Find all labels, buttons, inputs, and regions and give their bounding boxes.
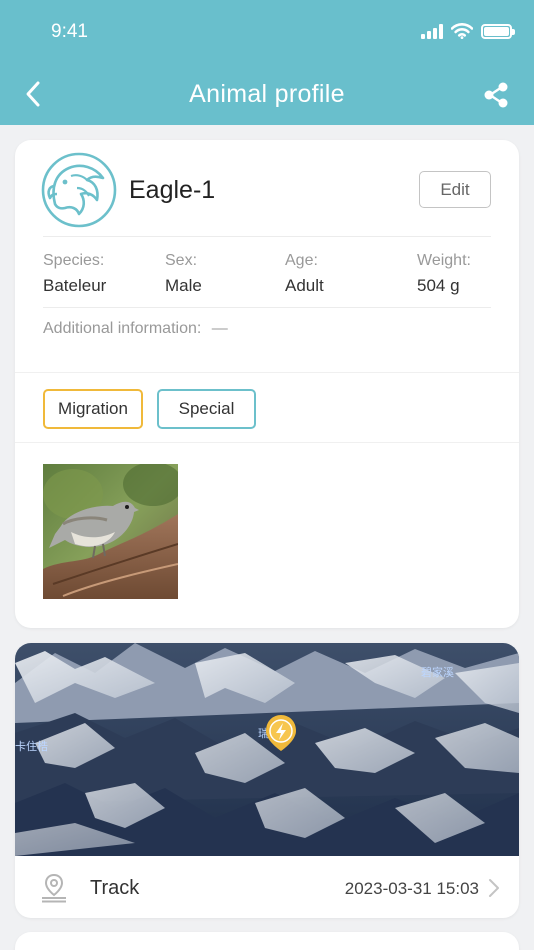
map-place-label: 卡住梏 xyxy=(15,739,48,753)
divider xyxy=(15,372,519,373)
eagle-avatar-icon xyxy=(41,152,117,228)
map-place-label: 碧家溪 xyxy=(421,665,454,679)
track-timestamp: 2023-03-31 15:03 xyxy=(344,879,479,898)
additional-info-label: Additional information: xyxy=(43,320,202,337)
divider xyxy=(43,236,491,237)
status-time: 9:41 xyxy=(51,21,88,42)
species-value: Bateleur xyxy=(43,276,107,295)
satellite-map[interactable]: 卡住梏 碧家溪 瑞丰镇 xyxy=(15,643,519,856)
age-field: Age: Adult xyxy=(285,252,324,296)
tag-migration[interactable]: Migration xyxy=(43,389,143,429)
divider xyxy=(43,307,491,308)
sex-value: Male xyxy=(165,276,202,295)
app-header: 9:41 Animal profile xyxy=(0,0,534,125)
track-label: Track xyxy=(90,877,140,899)
edit-button[interactable]: Edit xyxy=(419,171,491,208)
track-card: 卡住梏 碧家溪 瑞丰镇 Track 2023-03-31 15:03 xyxy=(15,643,519,918)
species-label: Species: xyxy=(43,252,105,269)
sex-label: Sex: xyxy=(165,252,198,269)
share-icon[interactable] xyxy=(482,81,510,109)
weight-label: Weight: xyxy=(417,252,471,269)
additional-info-value: — xyxy=(211,320,228,337)
animal-name: Eagle-1 xyxy=(129,176,216,204)
age-value: Adult xyxy=(285,276,324,295)
weight-value: 504 g xyxy=(417,276,460,295)
location-pin-icon xyxy=(42,873,66,903)
animal-photo[interactable] xyxy=(43,464,178,599)
battery-icon xyxy=(481,23,515,39)
tag-special[interactable]: Special xyxy=(157,389,256,429)
animal-profile-card: Eagle-1 Edit Species: Bateleur Sex: Male… xyxy=(15,140,519,628)
signal-icon xyxy=(421,23,443,39)
species-field: Species: Bateleur xyxy=(43,252,106,296)
chevron-right-icon[interactable] xyxy=(487,877,501,899)
track-row[interactable]: Track 2023-03-31 15:03 xyxy=(15,856,519,918)
wifi-icon xyxy=(451,23,473,39)
page-title: Animal profile xyxy=(189,80,345,108)
weight-field: Weight: 504 g xyxy=(417,252,471,296)
sex-field: Sex: Male xyxy=(165,252,202,296)
divider xyxy=(15,442,519,443)
status-icons xyxy=(421,23,515,39)
additional-info: Additional information: — xyxy=(43,320,228,338)
age-label: Age: xyxy=(285,252,318,269)
next-card-peek xyxy=(15,932,519,950)
